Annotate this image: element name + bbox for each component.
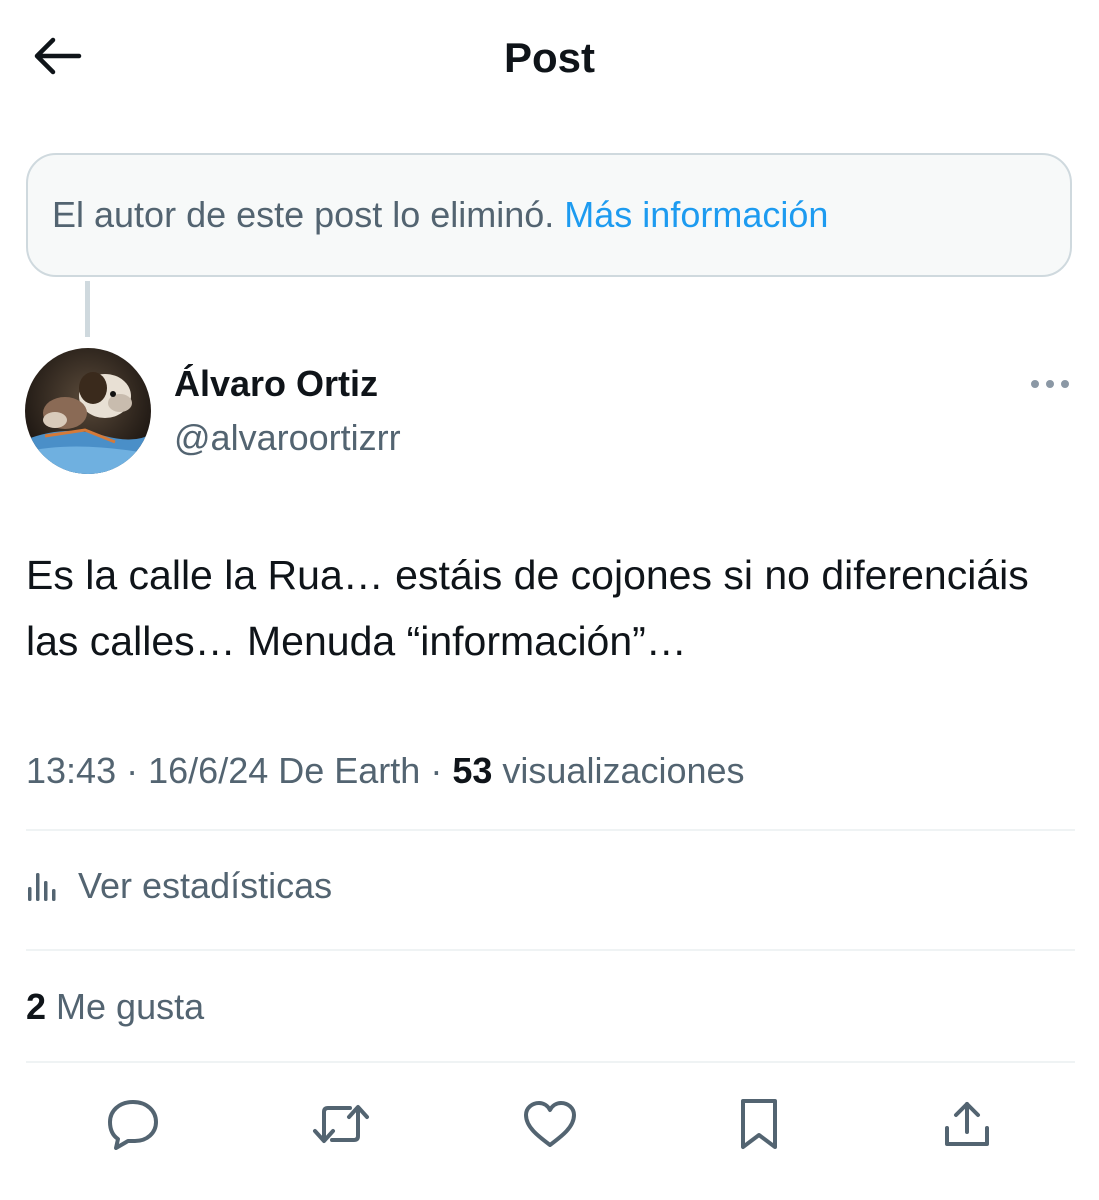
action-bar: [0, 1096, 1099, 1156]
likes-summary[interactable]: 2 Me gusta: [26, 982, 204, 1032]
likes-count: 2: [26, 986, 47, 1027]
like-icon: [522, 1099, 578, 1154]
analytics-icon: [26, 869, 60, 903]
deleted-post-text: El autor de este post lo eliminó.: [52, 194, 555, 235]
bookmark-icon: [737, 1097, 781, 1156]
divider: [26, 949, 1075, 951]
top-bar: Post: [0, 0, 1099, 115]
thread-connector-line: [85, 281, 90, 337]
meta-separator: ·: [126, 750, 139, 791]
post-metadata: 13:43 · 16/6/24 De Earth · 53 visualizac…: [26, 746, 745, 796]
deleted-post-notice: El autor de este post lo eliminó. Más in…: [26, 153, 1072, 277]
share-icon: [941, 1098, 993, 1155]
more-info-link[interactable]: Más información: [564, 194, 828, 236]
more-dots-icon: [1030, 376, 1070, 394]
author-name[interactable]: Álvaro Ortiz: [174, 362, 378, 406]
avatar[interactable]: [25, 348, 151, 474]
reply-button[interactable]: [103, 1096, 163, 1156]
page-title: Post: [503, 34, 595, 81]
view-stats-label: Ver estadísticas: [78, 865, 333, 906]
like-button[interactable]: [520, 1096, 580, 1156]
view-stats-button[interactable]: Ver estadísticas: [26, 860, 332, 912]
views-count: 53: [452, 750, 493, 791]
share-button[interactable]: [937, 1096, 997, 1156]
repost-button[interactable]: [311, 1096, 371, 1156]
bookmark-button[interactable]: [729, 1096, 789, 1156]
author-handle[interactable]: @alvaroortizrr: [174, 416, 401, 460]
repost-icon: [310, 1100, 372, 1153]
views-label: visualizaciones: [502, 750, 745, 791]
divider: [26, 829, 1075, 831]
more-options-button[interactable]: [1026, 370, 1074, 400]
post-time[interactable]: 13:43: [26, 750, 116, 791]
post-text: Es la calle la Rua… estáis de cojones si…: [26, 552, 1029, 664]
likes-label: Me gusta: [56, 986, 205, 1027]
divider: [26, 1061, 1075, 1063]
meta-separator: ·: [430, 750, 443, 791]
post-date-source: 16/6/24 De Earth: [148, 750, 421, 791]
reply-icon: [106, 1098, 160, 1155]
